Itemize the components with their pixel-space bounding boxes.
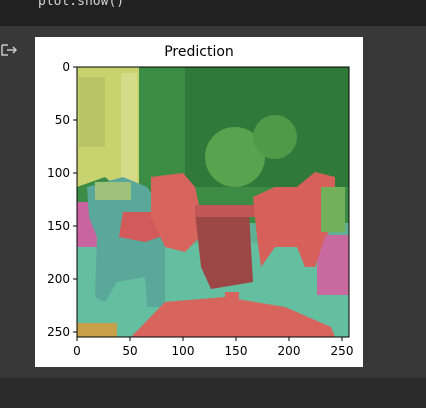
y-tick-label: 50: [55, 113, 70, 127]
y-axis: 0 50 100 150 200 250: [47, 60, 77, 339]
prediction-image: [77, 67, 349, 337]
y-tick-label: 100: [47, 166, 70, 180]
next-cell-strip: [0, 378, 426, 408]
x-tick-label: 50: [122, 344, 137, 358]
x-tick-label: 150: [225, 344, 248, 358]
output-figure: Prediction 0 50 100 150 200 250 0 50 100…: [35, 37, 363, 367]
x-axis: 0 50 100 150 200 250: [73, 337, 353, 358]
code-line: plot.show(): [38, 0, 125, 9]
x-tick-label: 100: [172, 344, 195, 358]
x-tick-label: 200: [278, 344, 301, 358]
output-redirect-icon[interactable]: [0, 42, 18, 58]
x-tick-label: 250: [331, 344, 354, 358]
x-tick-label: 0: [73, 344, 81, 358]
y-tick-label: 250: [47, 325, 70, 339]
code-cell[interactable]: plot.show(): [0, 0, 426, 26]
y-tick-label: 0: [62, 60, 70, 74]
y-tick-label: 150: [47, 219, 70, 233]
y-tick-label: 200: [47, 272, 70, 286]
seg-corner: [77, 323, 117, 337]
plot-area: 0 50 100 150 200 250 0 50 100 150 200 25…: [47, 60, 353, 358]
